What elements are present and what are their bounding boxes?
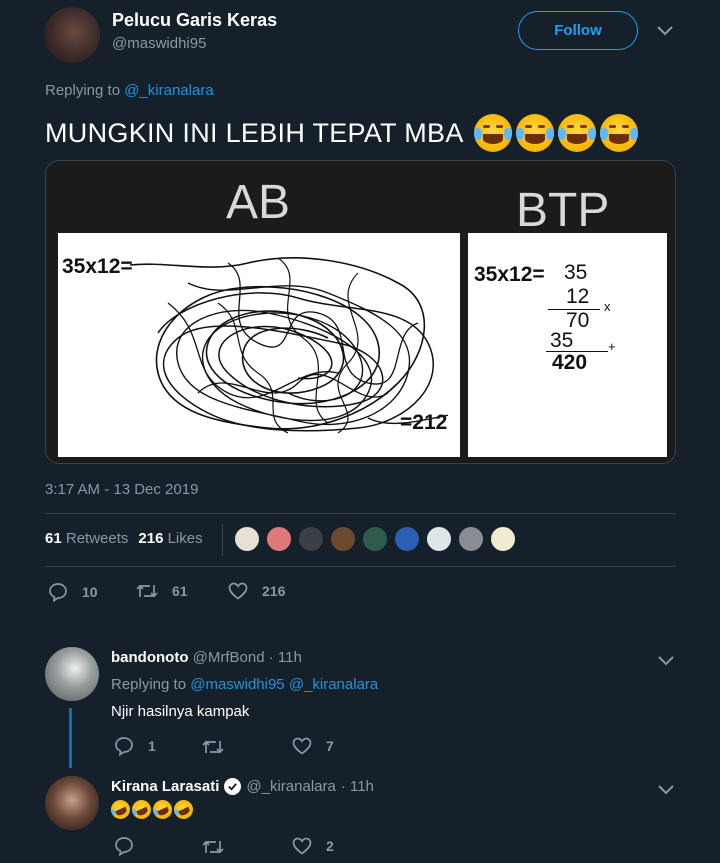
reply-replying-label: Replying to: [111, 676, 187, 693]
meme-panel-right: 35x12= 35 12 x 70 35 + 420: [468, 233, 667, 457]
author-name[interactable]: Pelucu Garis Keras: [112, 10, 277, 31]
tweet-text: MUNGKIN INI LEBIH TEPAT MBA: [45, 117, 464, 148]
chevron-down-icon[interactable]: [657, 654, 675, 672]
retweets-label: Retweets: [65, 530, 129, 547]
laughing-tears-emoji-icon: [515, 114, 554, 152]
retweet-icon: [136, 584, 158, 598]
like-count: 7: [326, 738, 334, 754]
heart-icon: [228, 582, 248, 600]
thread-line: [69, 708, 72, 768]
reply-author-handle[interactable]: @_kiranalara: [246, 778, 335, 795]
verified-badge-icon: [224, 778, 242, 795]
reply-author-handle[interactable]: @MrfBond: [193, 649, 265, 666]
likes-label: Likes: [167, 530, 203, 547]
liker-avatars[interactable]: [222, 524, 522, 556]
reply-count: 1: [148, 738, 156, 754]
reply-time[interactable]: · 11h: [341, 778, 374, 795]
reply-button[interactable]: 10: [48, 582, 98, 602]
author-avatar[interactable]: [44, 7, 100, 63]
tweet-timestamp[interactable]: 3:17 AM - 13 Dec 2019: [45, 481, 198, 498]
like-button[interactable]: 2: [292, 837, 334, 855]
reply-author-name[interactable]: bandonoto: [111, 649, 188, 666]
retweet-button[interactable]: [202, 738, 224, 756]
follow-button[interactable]: Follow: [518, 11, 638, 50]
laughing-tears-emoji-icon: [557, 114, 596, 152]
retweet-icon: [202, 840, 224, 854]
like-button[interactable]: 216: [228, 582, 285, 600]
liker-avatar[interactable]: [425, 525, 453, 553]
reply-icon: [115, 737, 133, 756]
reply-icon: [49, 583, 67, 602]
laughing-tears-emoji-icon: [473, 114, 512, 152]
liker-avatar[interactable]: [329, 525, 357, 553]
left-equation: 35x12=: [62, 255, 133, 278]
rofl-emoji-icon: [149, 796, 176, 823]
liker-avatar[interactable]: [361, 525, 389, 553]
chevron-down-icon[interactable]: [655, 24, 675, 43]
meme-title-left: AB: [226, 176, 291, 229]
liker-avatar[interactable]: [233, 525, 261, 553]
like-count: 216: [262, 583, 286, 599]
retweets-count: 61: [45, 530, 62, 547]
reply-count: 10: [82, 584, 98, 600]
multiplier: 12: [566, 285, 590, 308]
heart-icon: [292, 737, 312, 755]
reply-time[interactable]: · 11h: [269, 649, 302, 666]
chevron-down-icon[interactable]: [657, 783, 675, 801]
heart-icon: [292, 837, 312, 855]
rofl-emoji-icon: [170, 796, 197, 823]
left-result: =212: [400, 411, 448, 434]
multiplicand: 35: [564, 261, 588, 284]
liker-avatar[interactable]: [393, 525, 421, 553]
reply-emoji-text: [107, 796, 197, 823]
reply-text: Njir hasilnya kampak: [111, 703, 250, 720]
retweet-button[interactable]: 61: [136, 582, 188, 600]
partial-product-2: 35: [550, 329, 574, 352]
reply-author-name[interactable]: Kirana Larasati: [111, 778, 219, 795]
reply-thread: bandonoto @MrfBond · 11h Replying to @ma…: [0, 640, 720, 768]
likes-stat[interactable]: 216 Likes: [138, 530, 202, 547]
retweet-count: 61: [172, 583, 188, 599]
liker-avatar[interactable]: [457, 525, 485, 553]
total-result: 420: [552, 351, 588, 374]
rofl-emoji-icon: [128, 796, 155, 823]
replying-to-link[interactable]: @_kiranalara: [124, 82, 213, 99]
likes-count: 216: [138, 530, 164, 547]
retweet-button[interactable]: [202, 838, 224, 856]
rofl-emoji-icon: [107, 796, 134, 823]
retweets-stat[interactable]: 61 Retweets: [45, 530, 128, 547]
right-equation: 35x12=: [474, 263, 545, 286]
reply-icon: [115, 837, 133, 856]
reply-avatar[interactable]: [45, 647, 99, 701]
reply-avatar[interactable]: [45, 776, 99, 830]
author-handle[interactable]: @maswidhi95: [112, 35, 206, 52]
retweet-icon: [202, 740, 224, 754]
plus-sign: +: [608, 339, 616, 354]
liker-avatar[interactable]: [489, 525, 517, 553]
reply-button[interactable]: 1: [114, 736, 156, 756]
like-button[interactable]: 7: [292, 737, 334, 755]
reply-button[interactable]: [114, 836, 134, 856]
meme-panel-left: 35x12= =212: [58, 233, 460, 457]
replying-label: Replying to: [45, 82, 121, 99]
laughing-tears-emoji-icon: [599, 114, 638, 152]
liker-avatar[interactable]: [265, 525, 293, 553]
tweet-image[interactable]: AB BTP 35x12= =212 35x12= 35 12 x 70 35 …: [45, 160, 676, 464]
like-count: 2: [326, 838, 334, 854]
meme-title-right: BTP: [516, 184, 610, 237]
times-sign: x: [604, 299, 611, 314]
reply-replying-to-links[interactable]: @maswidhi95 @_kiranalara: [190, 676, 378, 693]
liker-avatar[interactable]: [297, 525, 325, 553]
